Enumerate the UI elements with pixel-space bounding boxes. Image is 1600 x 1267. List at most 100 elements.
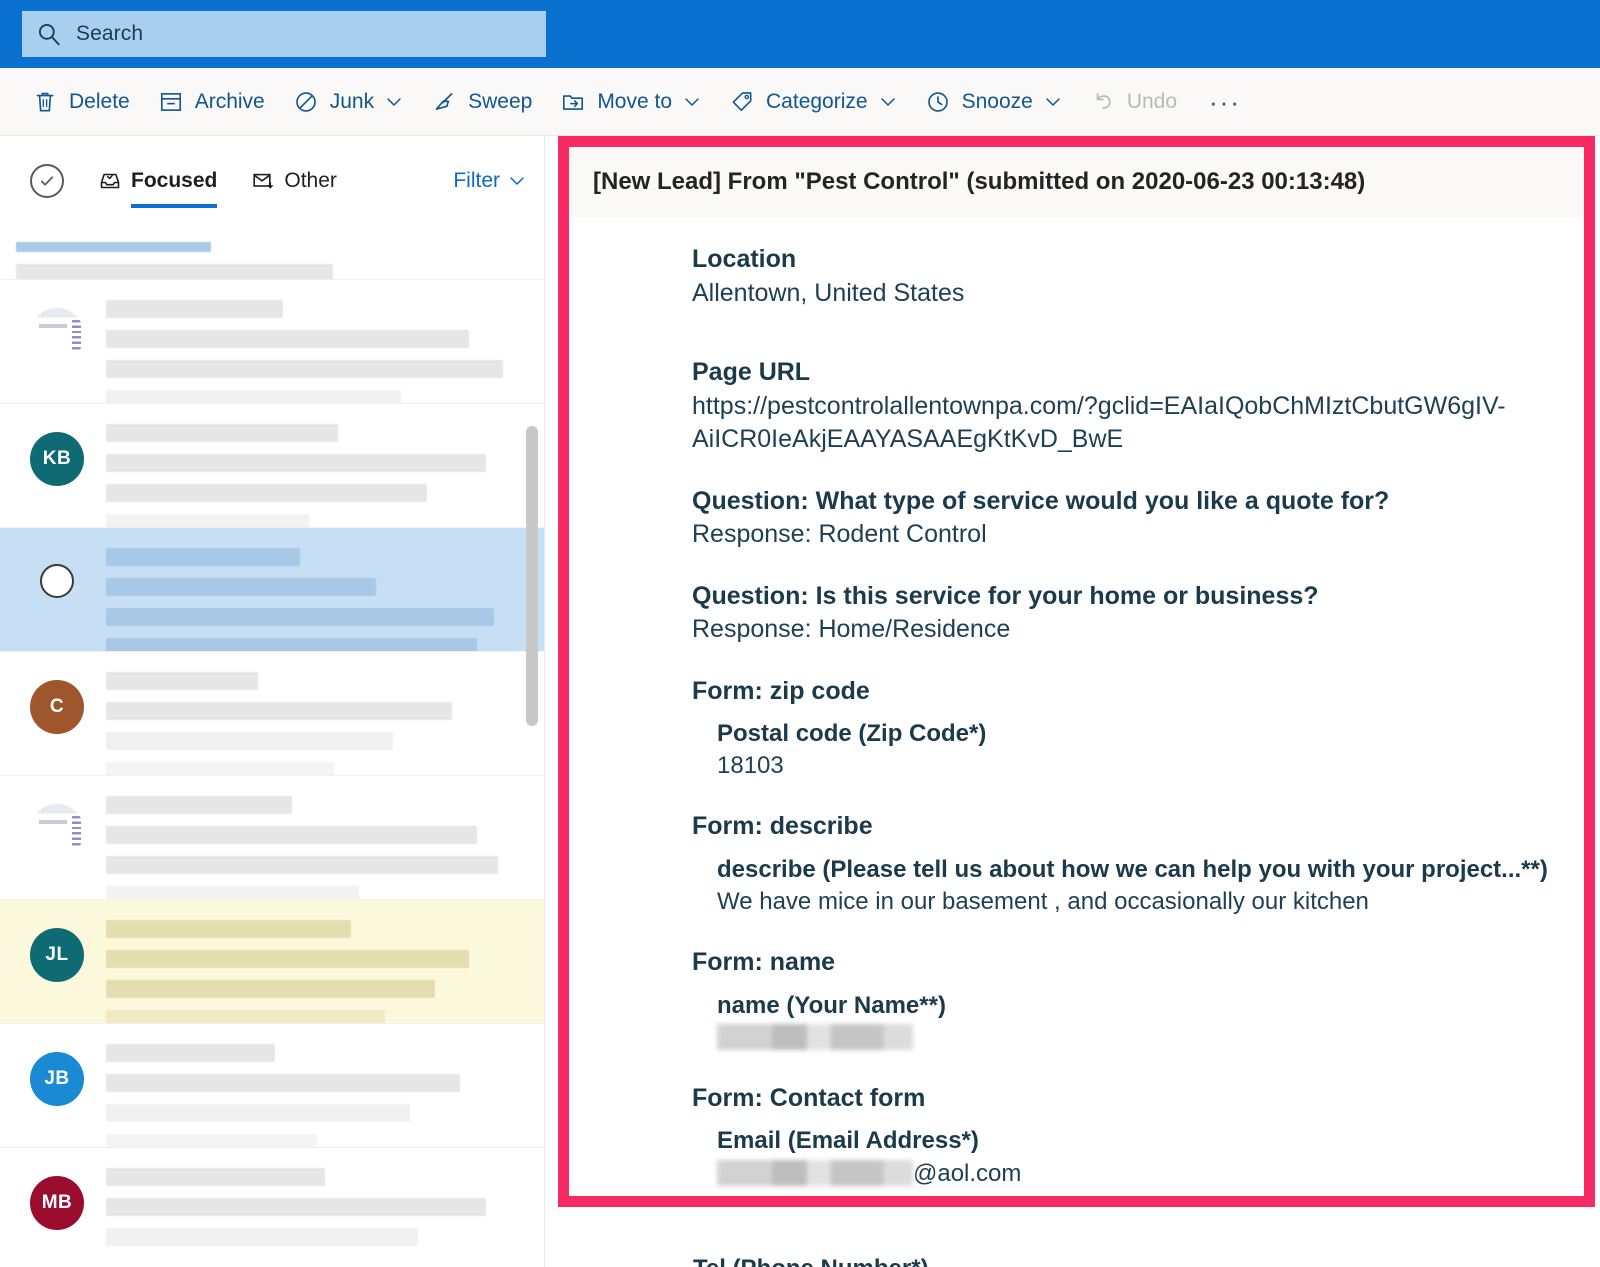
clock-icon [925,89,951,115]
message-body-below-highlight: Tel (Phone Number*) [558,1231,1595,1267]
message-list-scrollbar-thumb[interactable] [526,426,538,726]
top-search-bar: Search [0,0,1600,68]
chevron-down-icon [879,93,897,111]
avatar [30,308,84,362]
junk-button[interactable]: Junk [283,80,413,124]
list-item[interactable] [0,226,544,280]
move-folder-icon [560,89,586,115]
select-all-button[interactable] [30,164,64,198]
tab-focused[interactable]: Focused [98,136,217,226]
avatar-initials: MB [42,1192,73,1214]
postal-code-value: 18103 [692,750,1560,782]
message-preview-redacted [106,1038,528,1133]
message-preview-redacted [106,542,528,637]
location-heading: Location [692,243,1560,277]
redaction-block [717,1024,913,1050]
undo-button[interactable]: Undo [1080,80,1187,124]
tab-other-label: Other [284,169,337,193]
snooze-button[interactable]: Snooze [915,80,1072,124]
list-item-flagged[interactable]: JL [0,900,544,1024]
message-preview-redacted [106,418,528,513]
chevron-down-icon [508,172,526,190]
delete-button[interactable]: Delete [22,80,140,124]
command-toolbar: Delete Archive Junk Sweep Move to [0,68,1600,136]
postal-code-label: Postal code (Zip Code*) [692,718,1560,750]
filter-button[interactable]: Filter [453,169,526,193]
more-commands-button[interactable]: ··· [1195,92,1255,112]
reading-pane: [New Lead] From "Pest Control" (submitte… [545,136,1600,1267]
list-item[interactable]: JB [0,1024,544,1148]
archive-label: Archive [195,90,265,114]
move-to-button[interactable]: Move to [550,80,711,124]
spacer [692,844,1560,854]
tab-focused-label: Focused [131,169,217,193]
name-value-redacted [692,1022,1560,1054]
avatar-initials: C [50,696,64,718]
list-item-selected[interactable] [0,528,544,652]
avatar [30,804,84,858]
main-content: Focused Other Filter [0,136,1600,1267]
spacer [692,647,1560,675]
list-item[interactable]: C [0,652,544,776]
block-icon [293,89,319,115]
snooze-label: Snooze [962,90,1033,114]
avatar: JL [30,928,84,982]
page-url-line-2[interactable]: AiICR0IeAkjEAAYASAAEgKtKvD_BwE [692,423,1560,457]
avatar: C [30,680,84,734]
highlight-annotation-box: [New Lead] From "Pest Control" (submitte… [558,136,1595,1207]
tag-icon [729,89,755,115]
avatar: MB [30,1176,84,1230]
chevron-down-icon [385,93,403,111]
check-circle-icon [38,172,56,190]
describe-value: We have mice in our basement , and occas… [692,886,1560,918]
page-url-line-1[interactable]: https://pestcontrolallentownpa.com/?gcli… [692,390,1560,424]
list-item[interactable] [0,776,544,900]
broom-icon [431,89,457,115]
spacer [692,918,1560,946]
list-item[interactable]: KB [0,404,544,528]
spacer [692,708,1560,718]
page-url-heading: Page URL [692,356,1560,390]
sweep-button[interactable]: Sweep [421,80,542,124]
avatar-initials: KB [43,448,71,470]
form-contact-heading: Form: Contact form [692,1082,1560,1116]
delete-label: Delete [69,90,130,114]
list-item[interactable]: MB [0,1148,544,1267]
location-value: Allentown, United States [692,277,1560,311]
message-preview-redacted [106,914,528,1009]
question-2: Question: Is this service for your home … [692,580,1560,614]
spacer [692,980,1560,990]
undo-icon [1090,89,1116,115]
avatar-initials: JL [45,944,68,966]
tab-other[interactable]: Other [251,136,337,226]
message-list-scrollbar-track[interactable] [529,226,541,1267]
list-item[interactable] [0,280,544,404]
message-list-pane: Focused Other Filter [0,136,545,1267]
email-value-redacted: @aol.com [692,1158,1560,1190]
chevron-down-icon [683,93,701,111]
spacer [692,782,1560,810]
search-input[interactable]: Search [22,11,546,57]
spacer [692,552,1560,580]
redaction-block [717,1160,913,1186]
message-preview-redacted [106,294,528,389]
trash-icon [32,89,58,115]
other-inbox-icon [251,169,275,193]
avatar: JB [30,1052,84,1106]
message-subject: [New Lead] From "Pest Control" (submitte… [593,168,1365,196]
spacer [692,1054,1560,1082]
form-zip-code-heading: Form: zip code [692,675,1560,709]
search-placeholder: Search [76,22,143,46]
unread-indicator[interactable] [40,564,74,598]
junk-label: Junk [330,90,374,114]
avatar: KB [30,432,84,486]
avatar-initials: JB [44,1068,69,1090]
move-to-label: Move to [597,90,672,114]
spacer [692,310,1560,356]
focused-inbox-icon [98,169,122,193]
message-preview-redacted [106,790,528,885]
archive-button[interactable]: Archive [148,80,275,124]
email-domain: @aol.com [913,1160,1021,1187]
categorize-button[interactable]: Categorize [719,80,907,124]
email-label: Email (Email Address*) [692,1125,1560,1157]
